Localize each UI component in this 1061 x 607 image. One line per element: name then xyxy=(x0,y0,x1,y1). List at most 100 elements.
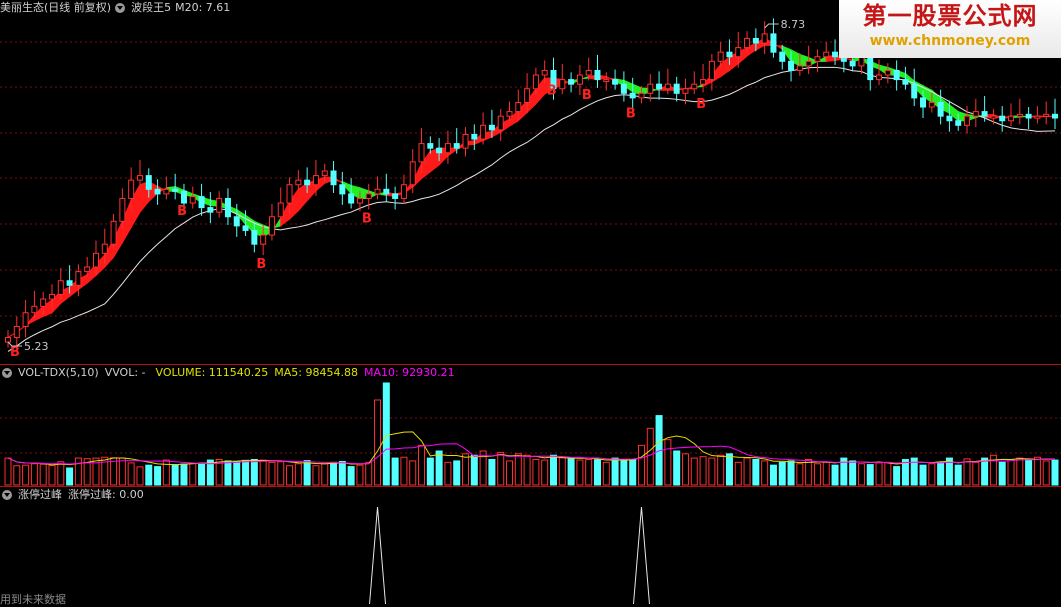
candle-body xyxy=(613,80,618,85)
candle-body xyxy=(595,70,600,79)
volume-bar xyxy=(612,458,618,485)
candle-body xyxy=(437,148,442,153)
candle-body xyxy=(331,171,336,185)
candle-body xyxy=(1026,114,1031,118)
volume-bar xyxy=(313,466,319,485)
candle-body xyxy=(973,112,978,117)
candle-body xyxy=(956,121,961,126)
volume-bar xyxy=(542,460,548,485)
volume-bar xyxy=(5,458,11,485)
candle-body xyxy=(965,116,970,125)
watermark-url: www.chnmoney.com xyxy=(839,32,1061,50)
candle-body xyxy=(357,198,362,203)
candle-body xyxy=(745,38,750,47)
candle-body xyxy=(683,89,688,94)
candle-body xyxy=(701,80,706,85)
candle-body xyxy=(252,230,257,244)
volume-bar xyxy=(744,458,750,485)
candle-body xyxy=(208,208,213,213)
candle-body xyxy=(76,272,81,286)
candle-body xyxy=(780,52,785,61)
volume-bar xyxy=(322,464,328,485)
volume-bar xyxy=(375,400,381,485)
candle-body xyxy=(938,102,943,116)
candle-body xyxy=(428,144,433,149)
volume-bar xyxy=(58,462,64,485)
volume-bar xyxy=(850,461,856,485)
limit-up-spike xyxy=(370,507,386,604)
high-pointer xyxy=(765,24,779,28)
candle-body xyxy=(305,180,310,185)
volume-bar xyxy=(190,463,196,485)
limit-chart[interactable] xyxy=(0,487,1061,604)
volume-bar xyxy=(955,465,961,485)
volume-bar xyxy=(1017,458,1023,485)
candle-body xyxy=(481,125,486,139)
buy-marker: B xyxy=(177,204,187,219)
watermark-title: 第一股票公式网 xyxy=(839,0,1061,32)
volume-bar xyxy=(524,455,530,485)
volume-bar xyxy=(929,464,935,485)
volume-bar xyxy=(146,465,152,485)
volume-bar xyxy=(568,458,574,485)
volume-bar xyxy=(445,462,451,485)
candle-body xyxy=(67,281,72,286)
volume-bar xyxy=(832,465,838,485)
volume-bar xyxy=(586,460,592,486)
candle-body xyxy=(261,235,266,244)
volume-bar xyxy=(964,459,970,485)
volume-bar xyxy=(93,458,99,485)
volume-bar xyxy=(410,461,416,485)
candle-body xyxy=(789,61,794,70)
volume-bar xyxy=(419,445,425,485)
volume-bar xyxy=(674,451,680,485)
volume-bar xyxy=(401,457,407,485)
buy-marker: B xyxy=(626,106,636,121)
candle-body xyxy=(727,52,732,57)
candle-body xyxy=(49,294,54,299)
volume-bar xyxy=(31,464,37,485)
candle-body xyxy=(903,80,908,85)
candle-body xyxy=(929,102,934,107)
buy-marker: B xyxy=(256,257,266,272)
volume-bar xyxy=(295,464,301,485)
volume-bar xyxy=(999,462,1005,485)
candle-body xyxy=(225,198,230,216)
candle-body xyxy=(278,203,283,217)
volume-bar xyxy=(779,462,785,485)
candle-body xyxy=(23,313,28,327)
volume-bar xyxy=(507,461,513,485)
candle-body xyxy=(129,180,134,198)
candle-body xyxy=(665,84,670,89)
candle-body xyxy=(639,93,644,98)
volume-bar xyxy=(665,440,671,485)
volume-bar xyxy=(630,460,636,486)
volume-bar xyxy=(119,458,125,485)
volume-bar xyxy=(427,458,433,485)
volume-bar xyxy=(357,465,363,485)
candle-body xyxy=(102,244,107,253)
candle-body xyxy=(137,176,142,181)
volume-bar xyxy=(172,465,178,485)
candle-body xyxy=(569,80,574,85)
candle-body xyxy=(586,70,591,75)
candle-body xyxy=(375,189,380,194)
candle-body xyxy=(621,84,626,93)
candle-body xyxy=(401,185,406,199)
volume-bar xyxy=(938,462,944,485)
candle-body xyxy=(674,84,679,93)
candle-body xyxy=(657,84,662,89)
volume-bar xyxy=(735,462,741,485)
volume-bar xyxy=(137,467,143,485)
ma20-line xyxy=(8,67,1055,351)
candle-body xyxy=(762,34,767,43)
candle-body xyxy=(472,134,477,139)
candle-body xyxy=(41,299,46,306)
candle-body xyxy=(181,191,186,203)
volume-bar xyxy=(14,466,20,485)
volume-bar xyxy=(885,462,891,485)
volume-bar xyxy=(700,457,706,485)
candle-body xyxy=(14,326,19,337)
volume-chart[interactable] xyxy=(0,365,1061,486)
candle-body xyxy=(445,144,450,153)
